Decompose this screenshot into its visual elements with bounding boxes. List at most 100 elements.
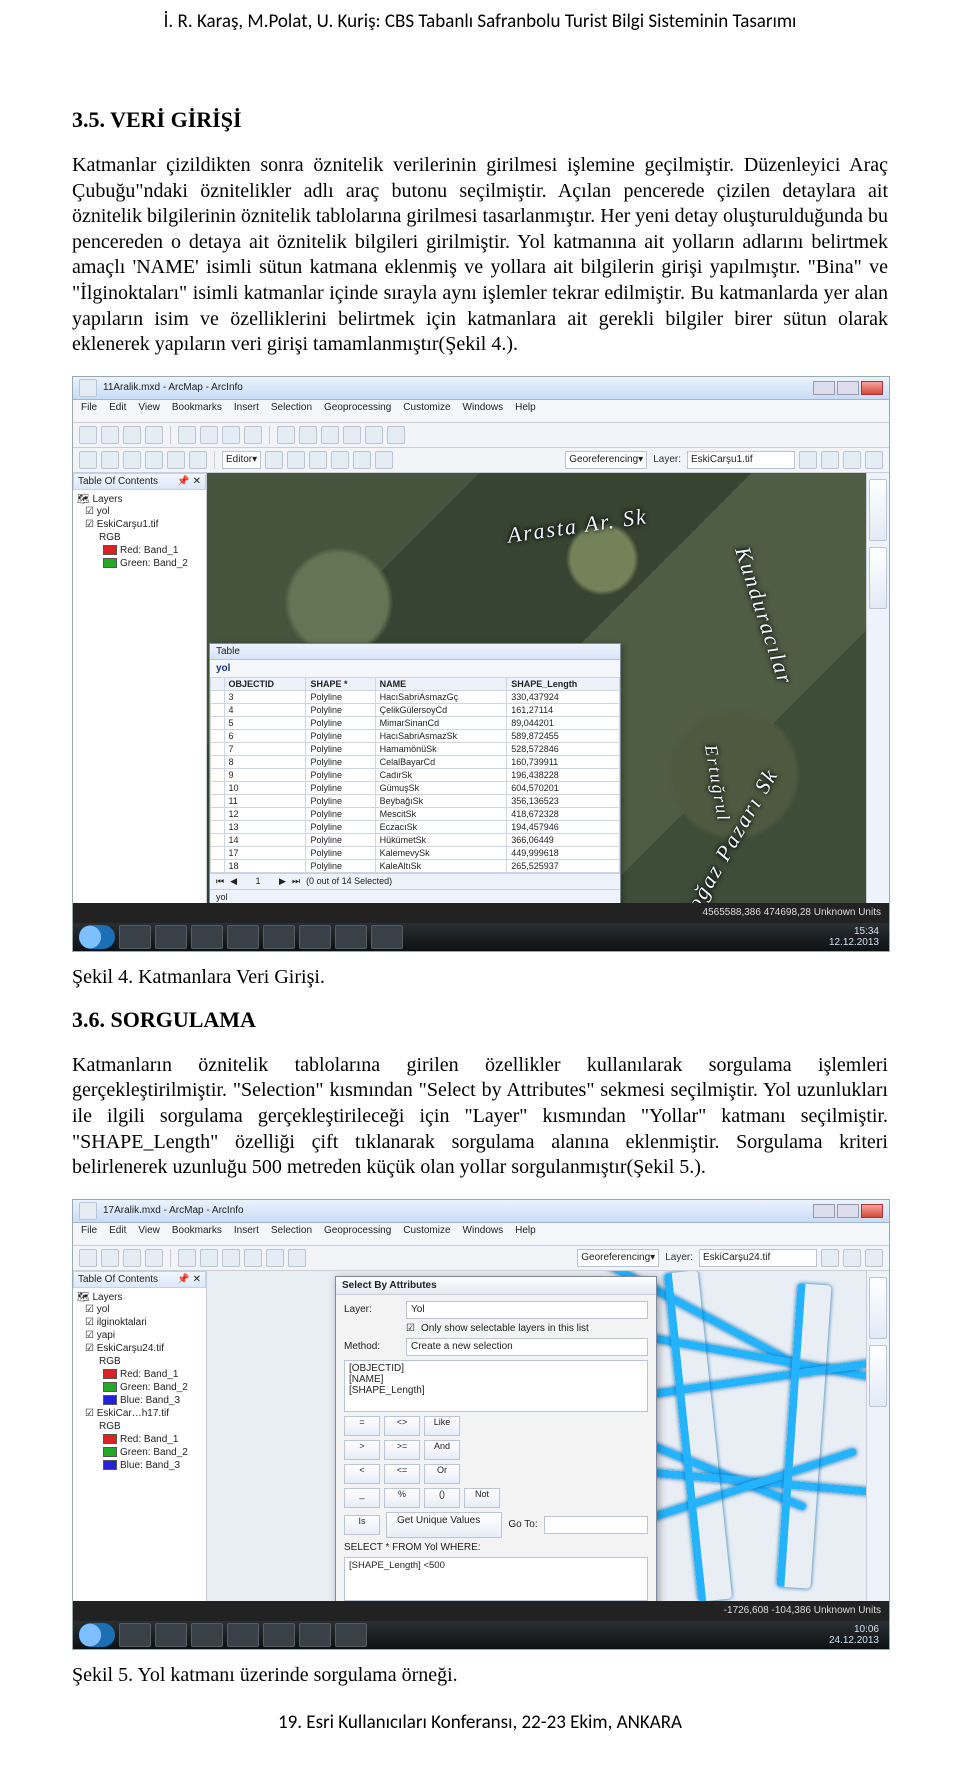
menu-item-edit[interactable]: Edit — [109, 402, 126, 420]
toolbar-icon[interactable] — [189, 451, 207, 469]
table-row[interactable]: 5PolylineMimarSinanCd89,044201 — [211, 716, 620, 729]
toolbar-icon[interactable] — [145, 451, 163, 469]
menu-item-insert[interactable]: Insert — [234, 402, 259, 420]
table-row[interactable]: 18PolylineKaleAltıSk265,525937 — [211, 859, 620, 872]
operator-button[interactable]: <= — [384, 1464, 420, 1484]
toolbar-icon[interactable] — [799, 451, 817, 469]
toc-layers-icon[interactable]: 🗺 — [77, 1292, 90, 1303]
toolbar-icon[interactable] — [387, 426, 405, 444]
menu-item-windows[interactable]: Windows — [463, 402, 504, 420]
maximize-button[interactable] — [837, 1204, 859, 1218]
minimize-button[interactable] — [813, 1204, 835, 1218]
toc-layer-item[interactable]: ☑ ilginoktalari — [77, 1316, 202, 1329]
toc-layer-item[interactable]: ☑ EskiCarşu1.tif — [77, 518, 202, 531]
menu-item-file[interactable]: File — [81, 1225, 97, 1243]
operator-button[interactable]: Or — [424, 1464, 460, 1484]
record-nav-first[interactable]: ⏮ — [216, 876, 224, 887]
layer-dropdown[interactable]: EskiCarşu1.tif — [687, 451, 795, 469]
georef-dropdown[interactable]: Georeferencing ▾ — [565, 451, 647, 469]
operator-button[interactable]: <> — [384, 1416, 420, 1436]
operator-button[interactable]: Not — [464, 1488, 500, 1508]
menu-item-bookmarks[interactable]: Bookmarks — [172, 1225, 222, 1243]
operator-button[interactable]: = — [344, 1416, 380, 1436]
is-button[interactable]: Is — [344, 1515, 380, 1535]
table-row[interactable]: 4PolylineÇelikGülersoyCd161,27114 — [211, 703, 620, 716]
close-button[interactable] — [861, 381, 883, 395]
toolbar-icon[interactable] — [123, 451, 141, 469]
select-by-attributes-dialog[interactable]: Select By Attributes Layer: Yol ☑ Only s… — [335, 1276, 657, 1601]
attr-table-layer-tab[interactable]: yol — [210, 660, 620, 677]
menu-item-bookmarks[interactable]: Bookmarks — [172, 402, 222, 420]
editor-dropdown[interactable]: Editor ▾ — [222, 451, 261, 469]
toolbar-icon[interactable] — [244, 426, 262, 444]
toolbar-icon[interactable] — [167, 451, 185, 469]
toolbar-icon[interactable] — [288, 1249, 306, 1267]
layer-select[interactable]: Yol — [406, 1301, 648, 1319]
start-button[interactable] — [79, 925, 115, 949]
record-nav-prev[interactable]: ◀ — [230, 876, 237, 887]
toolbar-icon[interactable] — [145, 426, 163, 444]
operator-button[interactable]: Like — [424, 1416, 460, 1436]
only-selectable-checkbox[interactable]: ☑ — [406, 1323, 415, 1334]
menu-item-selection[interactable]: Selection — [271, 402, 312, 420]
taskbar-icon[interactable] — [263, 1623, 295, 1647]
attribute-table-window[interactable]: Table yol OBJECTIDSHAPE *NAMESHAPE_Lengt… — [209, 643, 621, 903]
catalog-tab[interactable] — [869, 1277, 887, 1339]
taskbar-icon[interactable] — [299, 925, 331, 949]
toolbar-icon[interactable] — [123, 1249, 141, 1267]
system-tray[interactable]: 10:06 24.12.2013 — [829, 1624, 883, 1646]
toolbar-icon[interactable] — [222, 1249, 240, 1267]
toolbar-icon[interactable] — [353, 451, 371, 469]
column-header[interactable]: SHAPE_Length — [507, 677, 620, 690]
menu-item-windows[interactable]: Windows — [463, 1225, 504, 1243]
toolbar-icon[interactable] — [299, 426, 317, 444]
toolbar-icon[interactable] — [309, 451, 327, 469]
record-nav-next[interactable]: ▶ — [279, 876, 286, 887]
operator-button[interactable]: And — [424, 1440, 460, 1460]
toolbar-icon[interactable] — [178, 1249, 196, 1267]
toolbar-icon[interactable] — [222, 426, 240, 444]
toolbar-icon[interactable] — [123, 426, 141, 444]
toolbar-icon[interactable] — [200, 1249, 218, 1267]
operator-button[interactable]: () — [424, 1488, 460, 1508]
menu-item-help[interactable]: Help — [515, 1225, 536, 1243]
table-row[interactable]: 13PolylineEczacıSk194,457946 — [211, 820, 620, 833]
toolbar-icon[interactable] — [265, 451, 283, 469]
toolbar-icon[interactable] — [287, 451, 305, 469]
record-index-input[interactable]: 1 — [243, 876, 273, 886]
menu-item-file[interactable]: File — [81, 402, 97, 420]
field-item[interactable]: [SHAPE_Length] — [349, 1385, 643, 1396]
search-tab[interactable] — [869, 1345, 887, 1407]
maximize-button[interactable] — [837, 381, 859, 395]
menu-item-edit[interactable]: Edit — [109, 1225, 126, 1243]
toolbar-icon[interactable] — [821, 1249, 839, 1267]
query-textbox[interactable]: [SHAPE_Length] <500 — [344, 1557, 648, 1601]
georef-dropdown[interactable]: Georeferencing ▾ — [577, 1249, 659, 1267]
toc-pin-icon[interactable]: 📌 ✕ — [177, 1274, 201, 1285]
toolbar-icon[interactable] — [244, 1249, 262, 1267]
column-header[interactable]: NAME — [375, 677, 507, 690]
field-item[interactable]: [NAME] — [349, 1374, 643, 1385]
layer-dropdown[interactable]: EskiCarşu24.tif — [699, 1249, 817, 1267]
map-canvas[interactable]: Arasta Ar. Sk Kunduracılar Ertuğrul Boğa… — [207, 473, 866, 903]
toolbar-icon[interactable] — [79, 1249, 97, 1267]
toc-layer-item[interactable]: ☑ EskiCarşu24.tif — [77, 1342, 202, 1355]
taskbar-icon[interactable] — [335, 925, 367, 949]
toc-pin-icon[interactable]: 📌 ✕ — [177, 476, 201, 487]
taskbar-icon[interactable] — [263, 925, 295, 949]
search-tab[interactable] — [869, 547, 887, 609]
taskbar-icon[interactable] — [155, 1623, 187, 1647]
toolbar-icon[interactable] — [277, 426, 295, 444]
toolbar-icon[interactable] — [145, 1249, 163, 1267]
toolbar-icon[interactable] — [101, 1249, 119, 1267]
toolbar-icon[interactable] — [101, 426, 119, 444]
toolbar-icon[interactable] — [343, 426, 361, 444]
toolbar-icon[interactable] — [331, 451, 349, 469]
menu-item-view[interactable]: View — [138, 402, 160, 420]
menu-item-customize[interactable]: Customize — [403, 402, 450, 420]
table-row[interactable]: 14PolylineHükümetSk366,06449 — [211, 833, 620, 846]
get-unique-values-button[interactable]: Get Unique Values — [386, 1512, 502, 1538]
toolbar-icon[interactable] — [178, 426, 196, 444]
taskbar-icon[interactable] — [191, 925, 223, 949]
table-row[interactable]: 11PolylineBeybağıSk356,136523 — [211, 794, 620, 807]
